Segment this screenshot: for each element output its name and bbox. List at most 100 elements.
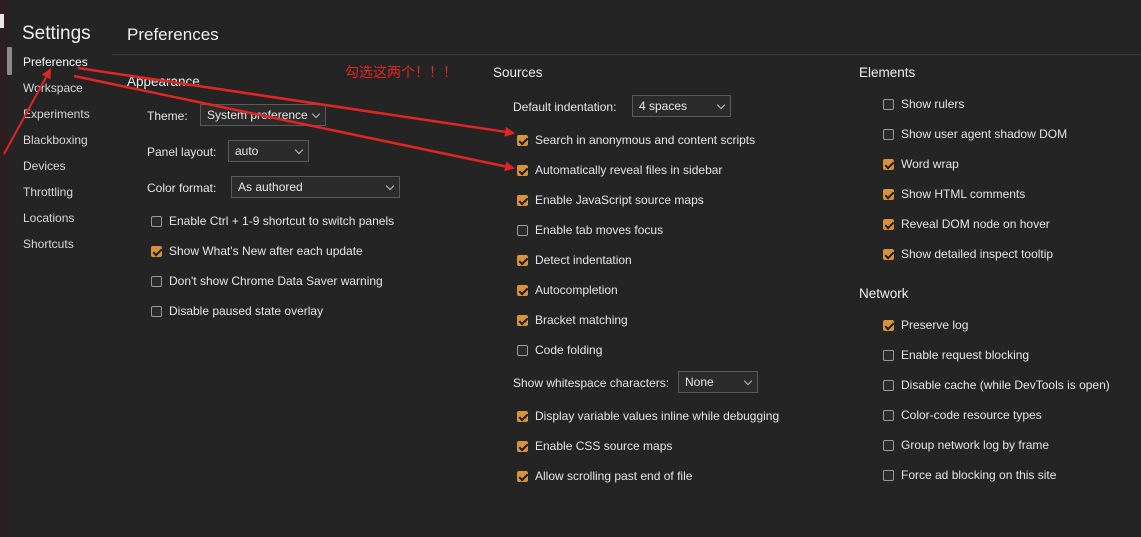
whitespace-select[interactable]: None xyxy=(678,371,758,393)
checkbox[interactable] xyxy=(883,128,894,140)
checkbox[interactable] xyxy=(517,470,528,482)
checkbox-row[interactable]: Show HTML comments xyxy=(883,186,1025,202)
checkbox-label: Bracket matching xyxy=(535,313,628,327)
checkbox-label: Enable tab moves focus xyxy=(535,223,664,237)
checkbox-label: Search in anonymous and content scripts xyxy=(535,133,756,147)
checkbox-label: Show user agent shadow DOM xyxy=(901,127,1068,141)
default-indentation-select[interactable]: 4 spaces xyxy=(632,95,731,117)
checkbox-label: Autocompletion xyxy=(535,283,618,297)
checkbox[interactable] xyxy=(883,158,894,170)
checkbox[interactable] xyxy=(151,275,162,287)
checkbox[interactable] xyxy=(517,410,528,422)
checkbox-label: Disable cache (while DevTools is open) xyxy=(901,378,1110,392)
checkbox-row[interactable]: Allow scrolling past end of file xyxy=(517,468,692,484)
checkbox-row[interactable]: Disable paused state overlay xyxy=(151,303,323,319)
color-format-select-value: As authored xyxy=(238,180,303,194)
sidebar-item-devices[interactable]: Devices xyxy=(23,159,66,173)
checkbox[interactable] xyxy=(883,319,894,331)
checkbox-row[interactable]: Enable request blocking xyxy=(883,347,1029,363)
checkbox[interactable] xyxy=(151,305,162,317)
network-section-title: Network xyxy=(859,286,909,301)
checkbox-row[interactable]: Reveal DOM node on hover xyxy=(883,216,1050,232)
checkbox-row[interactable]: Code folding xyxy=(517,342,602,358)
checkbox[interactable] xyxy=(517,344,528,356)
checkbox-row[interactable]: Enable tab moves focus xyxy=(517,222,663,238)
checkbox[interactable] xyxy=(517,194,528,206)
chevron-down-icon xyxy=(385,181,395,190)
sidebar-scrollbar[interactable] xyxy=(7,47,12,75)
checkbox-row[interactable]: Show What's New after each update xyxy=(151,243,363,259)
theme-select-value: System preference xyxy=(207,108,308,122)
sidebar-item-shortcuts[interactable]: Shortcuts xyxy=(23,237,74,251)
sidebar-item-locations[interactable]: Locations xyxy=(23,211,74,225)
sources-section-title: Sources xyxy=(493,65,543,80)
checkbox-row[interactable]: Word wrap xyxy=(883,156,959,172)
checkbox-row[interactable]: Preserve log xyxy=(883,317,968,333)
checkbox[interactable] xyxy=(883,98,894,110)
chevron-down-icon xyxy=(311,109,321,118)
checkbox-label: Enable JavaScript source maps xyxy=(535,193,704,207)
checkbox[interactable] xyxy=(517,224,528,236)
checkbox-row[interactable]: Show user agent shadow DOM xyxy=(883,126,1067,142)
default-indentation-select-value: 4 spaces xyxy=(639,99,688,113)
checkbox[interactable] xyxy=(883,188,894,200)
checkbox-row[interactable]: Search in anonymous and content scripts xyxy=(517,132,755,148)
checkbox-label: Automatically reveal files in sidebar xyxy=(535,163,723,177)
checkbox-row[interactable]: Group network log by frame xyxy=(883,437,1049,453)
checkbox[interactable] xyxy=(151,215,162,227)
checkbox[interactable] xyxy=(517,254,528,266)
checkbox-row[interactable]: Enable Ctrl + 1-9 shortcut to switch pan… xyxy=(151,213,394,229)
checkbox-label: Word wrap xyxy=(901,157,959,171)
whitespace-label: Show whitespace characters: xyxy=(513,376,670,390)
checkbox-label: Enable Ctrl + 1-9 shortcut to switch pan… xyxy=(169,214,395,228)
checkbox-row[interactable]: Don't show Chrome Data Saver warning xyxy=(151,273,383,289)
checkbox-label: Display variable values inline while deb… xyxy=(535,409,780,423)
checkbox[interactable] xyxy=(883,349,894,361)
checkbox-row[interactable]: Enable CSS source maps xyxy=(517,438,672,454)
checkbox-row[interactable]: Display variable values inline while deb… xyxy=(517,408,779,424)
checkbox[interactable] xyxy=(517,164,528,176)
checkbox-label: Group network log by frame xyxy=(901,438,1050,452)
checkbox-label: Disable paused state overlay xyxy=(169,304,324,318)
checkbox-row[interactable]: Color-code resource types xyxy=(883,407,1042,423)
checkbox-label: Enable CSS source maps xyxy=(535,439,673,453)
checkbox-row[interactable]: Autocompletion xyxy=(517,282,618,298)
checkbox-row[interactable]: Disable cache (while DevTools is open) xyxy=(883,377,1110,393)
checkbox[interactable] xyxy=(517,284,528,296)
checkbox-label: Code folding xyxy=(535,343,603,357)
sidebar-item-preferences[interactable]: Preferences xyxy=(23,55,88,69)
checkbox-label: Don't show Chrome Data Saver warning xyxy=(169,274,383,288)
checkbox-row[interactable]: Show detailed inspect tooltip xyxy=(883,246,1053,262)
panel-layout-select[interactable]: auto xyxy=(228,140,309,162)
checkbox-row[interactable]: Show rulers xyxy=(883,96,964,112)
checkbox[interactable] xyxy=(883,379,894,391)
checkbox[interactable] xyxy=(883,409,894,421)
settings-title: Settings xyxy=(22,23,91,44)
checkbox[interactable] xyxy=(151,245,162,257)
checkbox[interactable] xyxy=(517,440,528,452)
page-title: Preferences xyxy=(127,25,219,44)
checkbox-row[interactable]: Force ad blocking on this site xyxy=(883,467,1056,483)
checkbox-row[interactable]: Bracket matching xyxy=(517,312,628,328)
sidebar-item-blackboxing[interactable]: Blackboxing xyxy=(23,133,88,147)
checkbox[interactable] xyxy=(883,469,894,481)
chevron-down-icon xyxy=(743,376,753,385)
checkbox[interactable] xyxy=(517,134,528,146)
sidebar-item-throttling[interactable]: Throttling xyxy=(23,185,73,199)
checkbox[interactable] xyxy=(883,248,894,260)
checkbox-label: Detect indentation xyxy=(535,253,632,267)
checkbox-row[interactable]: Detect indentation xyxy=(517,252,632,268)
color-format-select[interactable]: As authored xyxy=(231,176,400,198)
checkbox-row[interactable]: Automatically reveal files in sidebar xyxy=(517,162,722,178)
sidebar-item-workspace[interactable]: Workspace xyxy=(23,81,83,95)
checkbox-row[interactable]: Enable JavaScript source maps xyxy=(517,192,704,208)
checkbox[interactable] xyxy=(517,314,528,326)
default-indentation-label: Default indentation: xyxy=(513,100,617,114)
checkbox[interactable] xyxy=(883,439,894,451)
checkbox-label: Show detailed inspect tooltip xyxy=(901,247,1054,261)
color-format-label: Color format: xyxy=(147,181,217,195)
chevron-down-icon xyxy=(294,145,304,154)
sidebar-item-experiments[interactable]: Experiments xyxy=(23,107,90,121)
theme-select[interactable]: System preference xyxy=(200,104,326,126)
checkbox[interactable] xyxy=(883,218,894,230)
